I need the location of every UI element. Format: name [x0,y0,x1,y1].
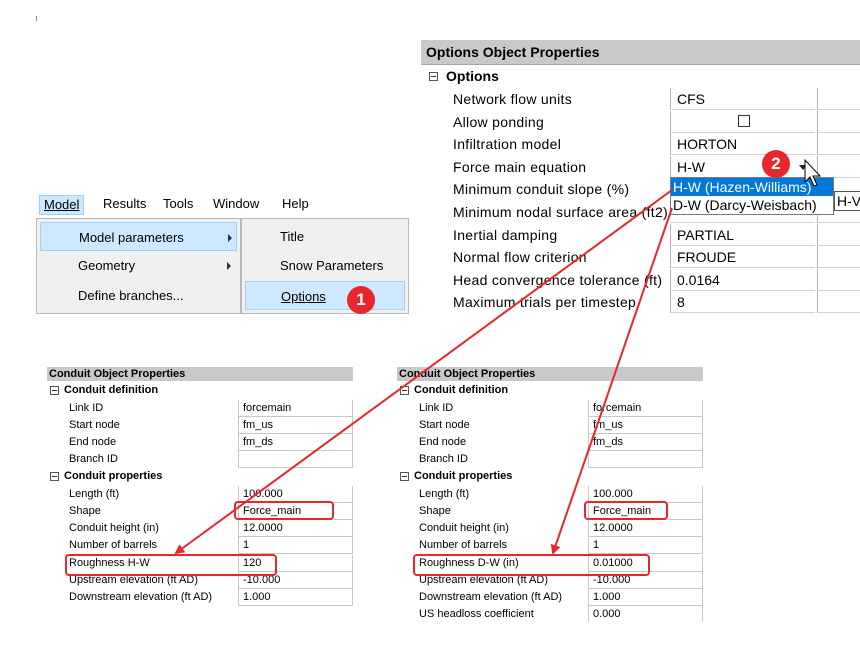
annotation-arrows [174,158,822,555]
arrow-to-right-roughness [550,207,673,555]
mouse-cursor-icon [804,158,822,187]
arrow-to-left-roughness [174,189,673,555]
step-badge-2: 2 [762,150,790,178]
step-badge-1: 1 [347,286,375,314]
